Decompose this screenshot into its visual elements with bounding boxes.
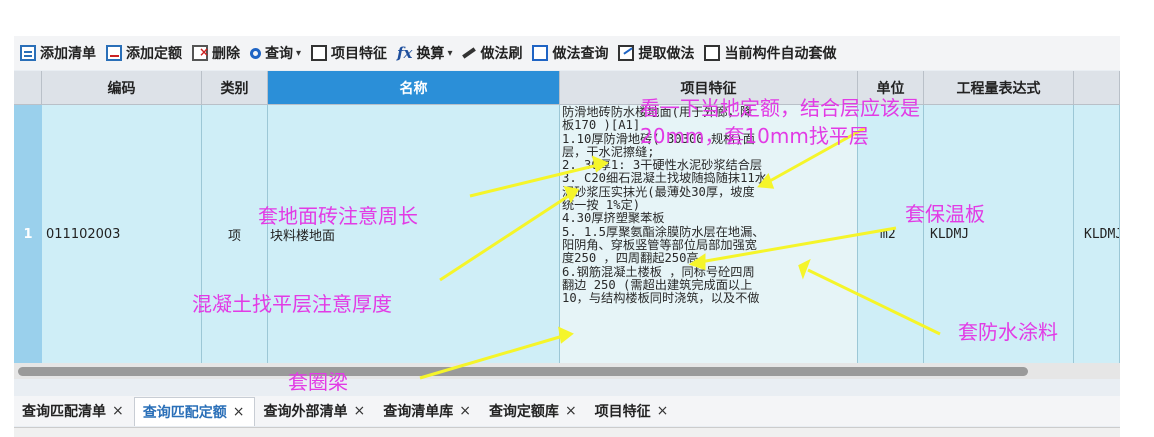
arrow-insulation <box>699 226 897 264</box>
arrowhead <box>688 253 706 271</box>
annotation-ring-beam: 套圈梁 <box>288 370 348 394</box>
annotation-concrete: 混凝土找平层注意厚度 <box>192 292 392 316</box>
arrow-concrete <box>439 193 571 282</box>
annotation-top-note-2: 20mm，套10mm找平层 <box>640 124 869 148</box>
annotation-insulation: 套保温板 <box>905 202 985 226</box>
arrowhead <box>798 258 811 280</box>
arrow-floor-tile <box>469 163 599 198</box>
arrow-ring-beam <box>419 334 564 380</box>
annotation-top-note-1: 看一下当地定额，结合层应该是 <box>640 96 920 120</box>
arrowhead <box>757 172 775 189</box>
arrow-waterproof <box>807 268 941 336</box>
arrowhead <box>591 155 609 173</box>
annotation-floor-tile: 套地面砖注意周长 <box>258 204 418 228</box>
arrowhead <box>558 326 574 344</box>
annotation-waterproof: 套防水涂料 <box>958 320 1058 344</box>
